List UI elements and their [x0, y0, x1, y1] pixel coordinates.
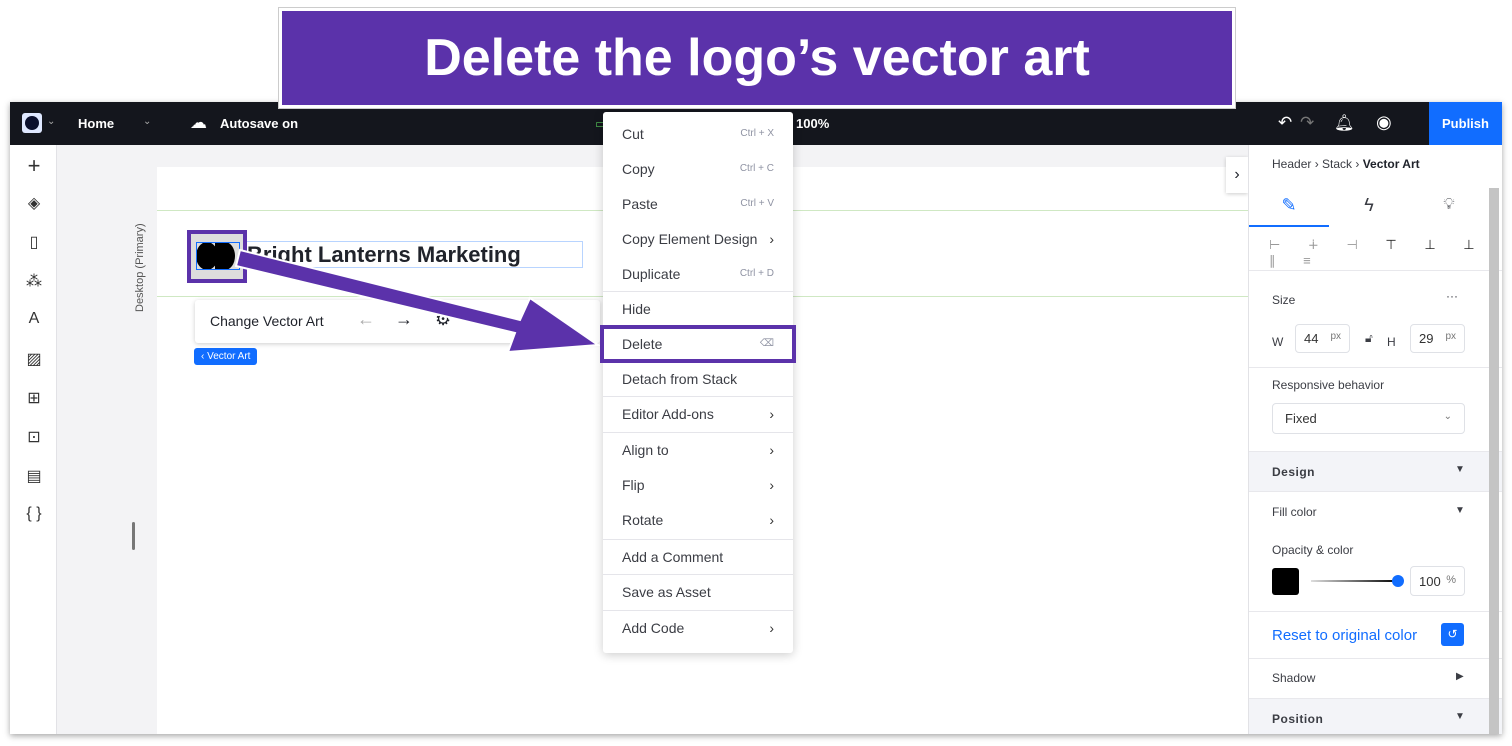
delete-highlight	[600, 325, 796, 363]
annotation-arrow	[234, 248, 601, 354]
arrow-shape	[234, 248, 601, 354]
instruction-banner: Delete the logo’s vector art	[279, 8, 1235, 108]
